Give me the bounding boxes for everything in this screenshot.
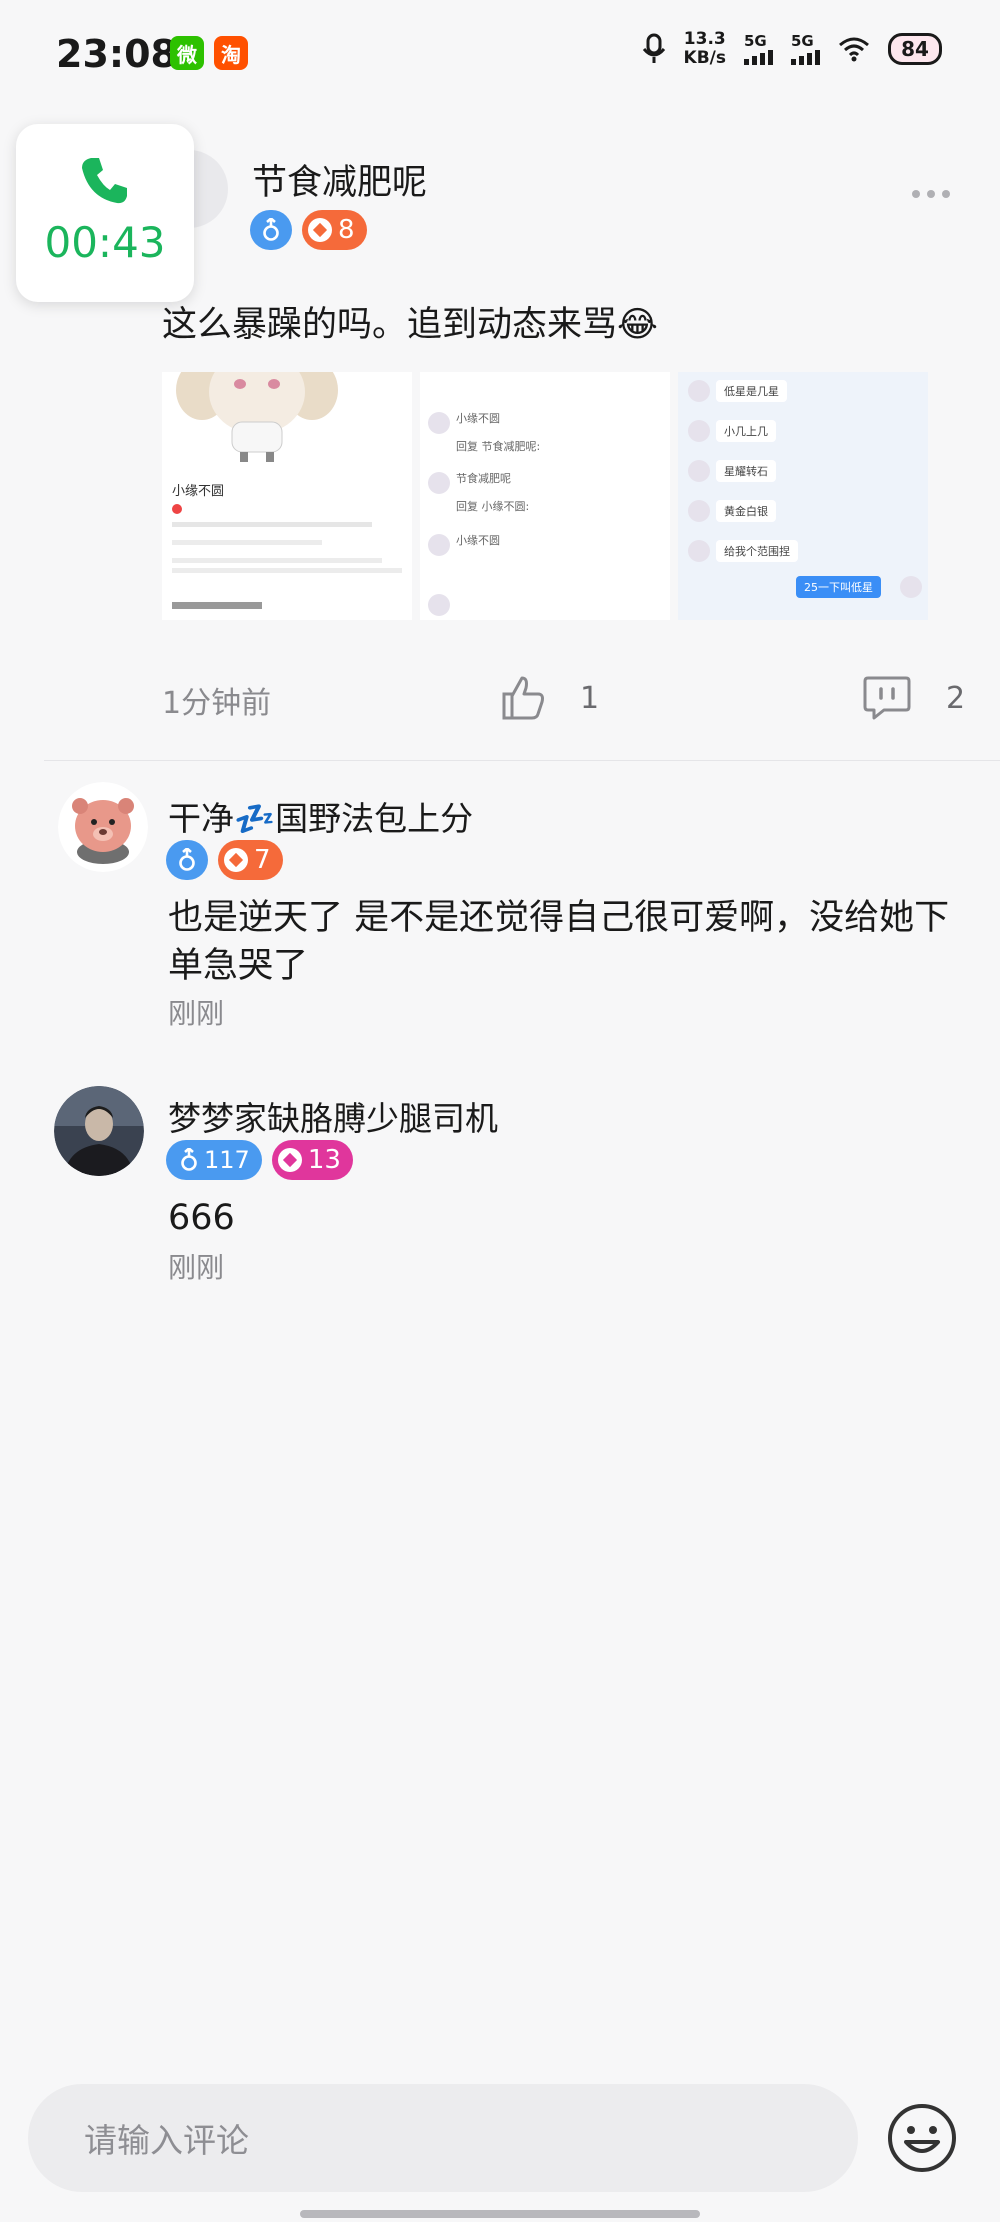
like-count: 1 [580,680,600,716]
comment-input[interactable]: 请输入评论 [28,2084,858,2192]
diamond-icon [308,218,332,242]
post-image[interactable]: 小缘不圆 回复 节食减肥呢: 节食减肥呢 回复 小缘不圆: 小缘不圆 [420,372,670,620]
anime-character-image [176,372,338,462]
male-gender-icon [250,210,292,250]
status-time: 23:08 [56,32,177,76]
diamond-icon [277,1148,302,1172]
status-bar: 23:08 微 淘 13.3 KB/s 5G 5G 84 [0,0,1000,110]
comment-timestamp: 刚刚 [168,1251,225,1284]
post-author-name[interactable]: 节食减肥呢 [252,154,427,205]
wifi-icon [839,37,869,62]
commenter-avatar[interactable] [58,782,148,872]
call-floating-window[interactable]: 00:43 [16,124,194,302]
home-indicator[interactable] [300,2210,700,2218]
level-badge: 8 [302,210,367,250]
comment-count: 2 [946,680,966,716]
post-image[interactable]: 低星是几星 小几上几 星耀转石 黄金白银 给我个范围捏 25一下叫低星 [678,372,928,620]
comment-button[interactable]: 2 [862,674,965,722]
level-badge: 13 [271,1140,353,1180]
comment-input-placeholder: 请输入评论 [84,2121,249,2160]
microphone-icon [642,33,665,63]
comment-timestamp: 刚刚 [168,997,225,1030]
call-duration: 00:43 [44,218,166,267]
signal-sim2: 5G [791,33,820,65]
level-badge: 7 [218,840,283,880]
commenter-badges: 117 13 [166,1140,353,1180]
male-gender-icon [166,840,208,880]
commenter-name[interactable]: 梦梦家缺胳膊少腿司机 [168,1092,498,1140]
phone-icon [82,158,127,204]
image-profile-name: 小缘不圆 [172,484,225,499]
divider [44,760,1000,761]
like-button[interactable]: 1 [500,674,599,722]
post-image[interactable]: 小缘不圆 [162,372,412,620]
battery-indicator: 84 [888,33,942,65]
post-timestamp: 1分钟前 [162,686,272,721]
comment-text: 666 [168,1198,235,1238]
commenter-avatar[interactable] [54,1086,144,1176]
comment-bubble-icon [863,676,911,720]
post-author-badges: 8 [250,210,367,250]
signal-sim1: 5G [744,33,773,65]
taobao-icon: 淘 [214,36,248,70]
post-footer: 1分钟前 1 2 [162,674,965,724]
signal-bars-icon [791,49,820,65]
thumbs-up-icon [502,676,544,720]
emoji-icon[interactable] [886,2102,958,2174]
status-right-group: 13.3 KB/s 5G 5G 84 [642,30,942,68]
commenter-name[interactable]: 干净💤国野法包上分 [168,792,473,840]
male-gender-icon: 117 [166,1140,262,1180]
post-image-gallery: 小缘不圆 小缘不圆 回复 节食减肥呢: 节食减肥呢 回复 小缘不圆: 小缘不圆 … [162,372,928,620]
comment-text: 也是逆天了 是不是还觉得自己很可爱啊，没给她下单急哭了 [168,898,950,986]
signal-bars-icon [744,49,773,65]
more-options-icon[interactable] [912,190,950,198]
wechat-icon: 微 [170,36,204,70]
diamond-icon [224,848,248,872]
network-speed: 13.3 KB/s [683,29,726,68]
commenter-badges: 7 [166,840,283,880]
post-text: 这么暴躁的吗。追到动态来骂😂 [162,305,658,345]
